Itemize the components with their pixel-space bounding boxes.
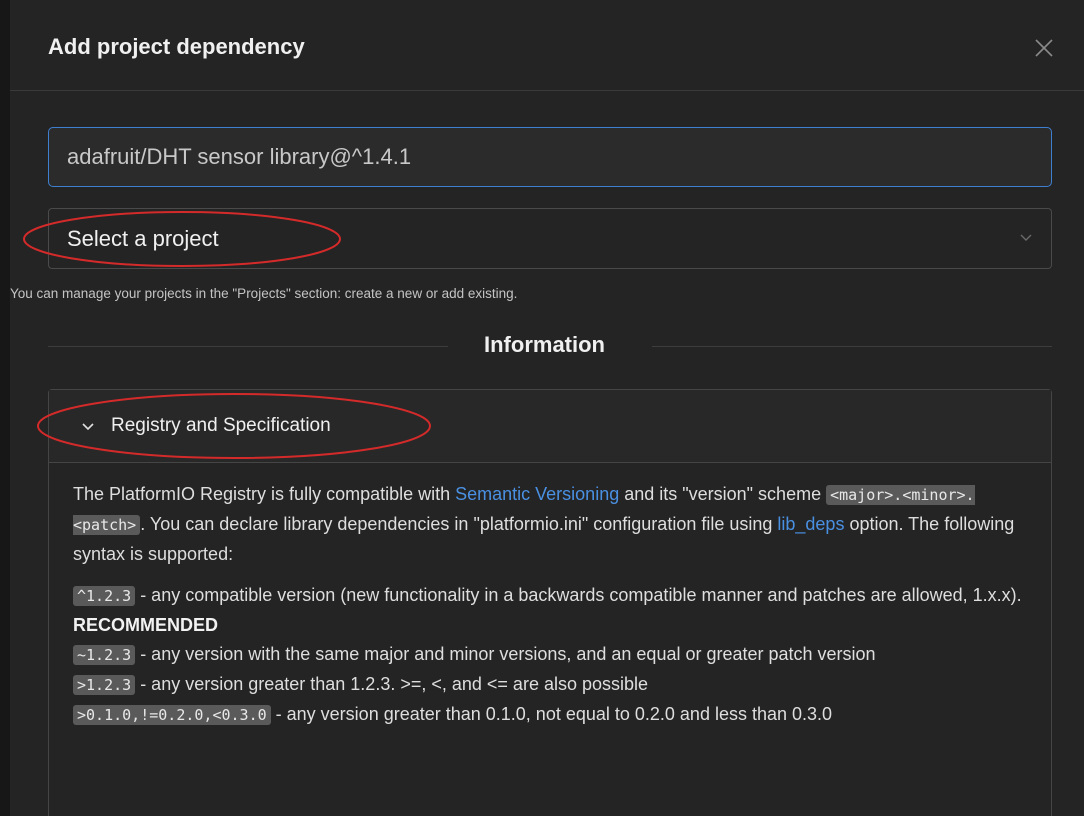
close-button[interactable]: [1030, 34, 1058, 62]
close-icon: [1035, 39, 1053, 57]
registry-specification-panel: Registry and Specification The PlatformI…: [48, 389, 1052, 816]
project-select[interactable]: Select a project: [48, 208, 1052, 269]
semantic-versioning-link[interactable]: Semantic Versioning: [455, 484, 619, 504]
registry-panel-header[interactable]: Registry and Specification: [49, 390, 1051, 463]
registry-intro: The PlatformIO Registry is fully compati…: [73, 480, 1023, 569]
project-select-label: Select a project: [67, 226, 219, 251]
rule-text: - any compatible version (new functional…: [135, 585, 1022, 605]
rule-text: - any version greater than 1.2.3. >=, <,…: [135, 674, 649, 694]
rule-code: >1.2.3: [73, 675, 136, 695]
divider-right: [652, 346, 1052, 347]
add-dependency-dialog: Add project dependency Select a project …: [10, 0, 1084, 816]
dialog-header: Add project dependency: [10, 0, 1084, 91]
recommended-label: RECOMMENDED: [73, 615, 219, 635]
rule-code: ^1.2.3: [73, 586, 136, 606]
divider-left: [48, 346, 448, 347]
projects-helper-text: You can manage your projects in the "Pro…: [10, 286, 518, 301]
lib-deps-link[interactable]: lib_deps: [777, 514, 844, 534]
chevron-down-icon: [1020, 234, 1032, 241]
rule-code: ~1.2.3: [73, 645, 136, 665]
registry-panel-title: Registry and Specification: [111, 415, 331, 436]
dialog-title: Add project dependency: [48, 34, 305, 59]
left-window-edge: [0, 0, 10, 816]
rule-text: - any version with the same major and mi…: [135, 644, 876, 664]
chevron-down-icon: [82, 423, 94, 431]
intro-text: The PlatformIO Registry is fully compati…: [73, 484, 456, 504]
rule-code: >0.1.0,!=0.2.0,<0.3.0: [73, 705, 271, 725]
registry-panel-body: The PlatformIO Registry is fully compati…: [73, 480, 1023, 730]
dependency-input[interactable]: [48, 127, 1052, 187]
intro-text: . You can declare library dependencies i…: [140, 514, 778, 534]
rule-text: - any version greater than 0.1.0, not eq…: [270, 704, 833, 724]
information-heading: Information: [484, 332, 605, 357]
version-rules: ^1.2.3 - any compatible version (new fun…: [73, 581, 1023, 730]
intro-text: and its "version" scheme: [619, 484, 827, 504]
